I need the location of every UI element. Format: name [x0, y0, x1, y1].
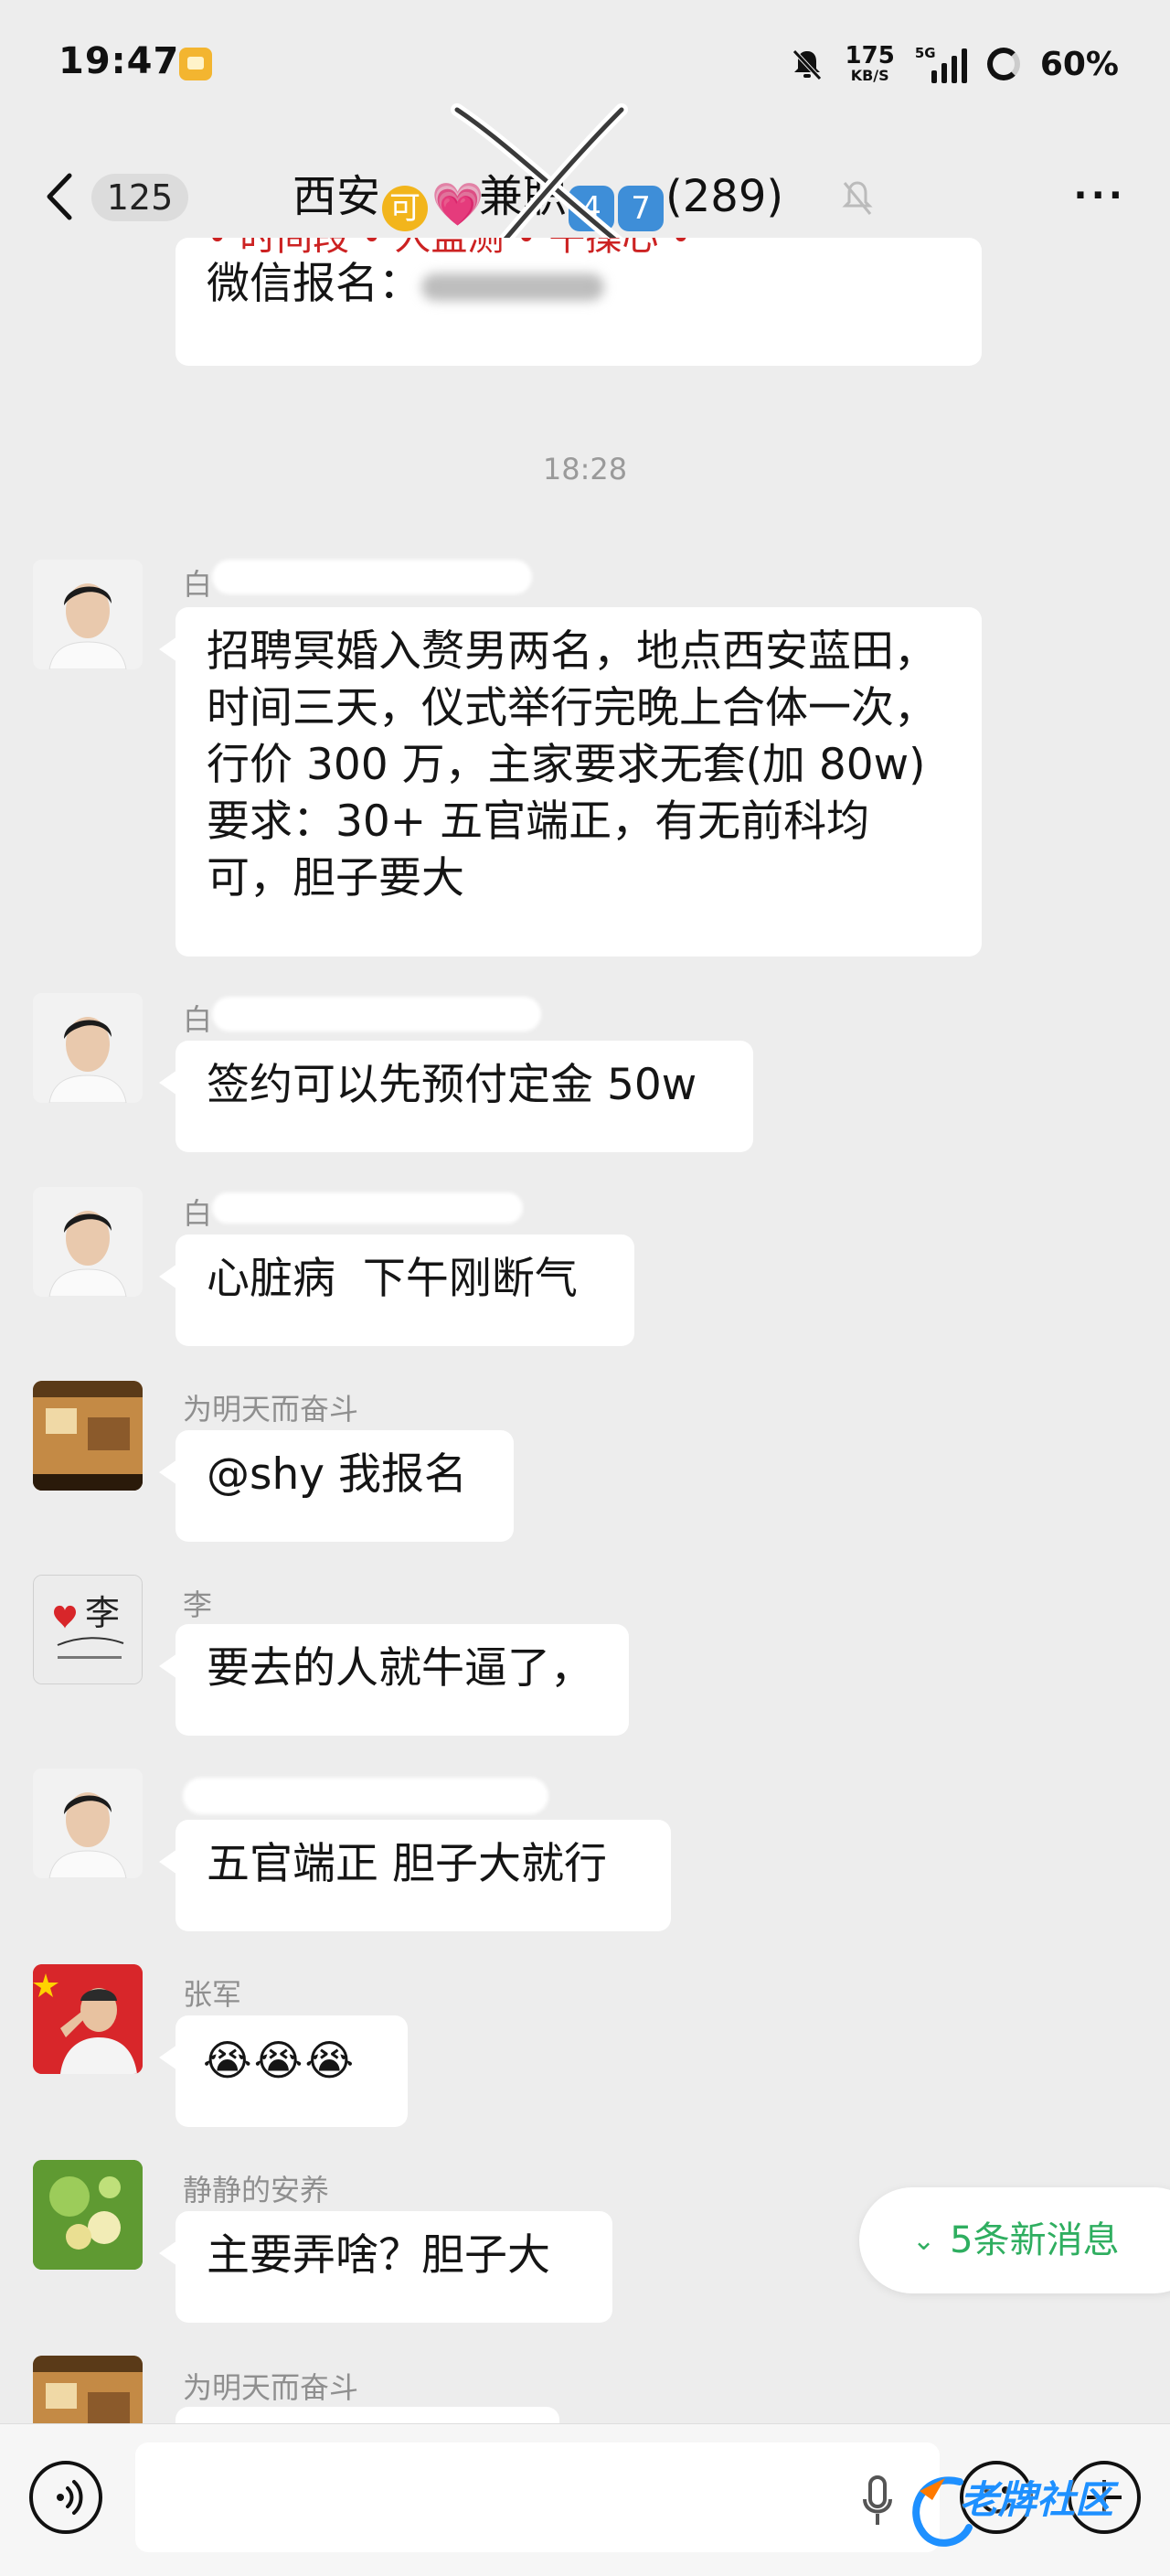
message-bubble[interactable]: 招聘冥婚入赘男两名，地点西安蓝田，时间三天，仪式举行完晚上合体一次，行价 300…: [159, 607, 982, 957]
message-sender: 静静的安养: [183, 2173, 330, 2207]
message-bubble[interactable]: 要去的人就牛逼了，: [159, 1624, 629, 1736]
message-sender: 为明天而奋斗: [183, 1392, 359, 1427]
message-text: @shy 我报名: [207, 1449, 468, 1500]
battery-percent: 60%: [1039, 45, 1119, 83]
message-bubble[interactable]: 心脏病 下午刚断气: [159, 1235, 634, 1346]
message-sender: 白: [183, 997, 212, 1039]
message-input-field[interactable]: [135, 2442, 940, 2552]
previous-wechat-line: 微信报名：: [207, 256, 951, 313]
avatar[interactable]: [33, 993, 143, 1103]
user-avatar-icon: [33, 993, 143, 1103]
mute-bell-icon: [792, 49, 822, 80]
sender-name: 白: [183, 567, 213, 602]
room-picture-avatar-icon: [33, 1381, 143, 1491]
status-icons: 175 KB/S 5G 60%: [789, 37, 1119, 91]
flower-avatar-icon: [33, 2160, 143, 2270]
sender-name: 白: [183, 1196, 213, 1231]
chat-timestamp: 18:28: [542, 452, 628, 486]
avatar[interactable]: [33, 1187, 143, 1297]
battery-icon: [986, 48, 1020, 80]
watermark-text: 老牌社区: [960, 2477, 1114, 2522]
redaction-mark: [183, 1778, 548, 1814]
microphone-icon[interactable]: [861, 2474, 894, 2528]
message-text: 心脏病 下午刚断气: [207, 1254, 578, 1304]
message-bubble[interactable]: 主要弄啥？胆子大: [159, 2211, 612, 2323]
network-speed-value: 175: [845, 42, 895, 69]
avatar[interactable]: [33, 560, 143, 669]
redaction-mark: [421, 273, 604, 301]
user-avatar-icon: [33, 1769, 143, 1878]
message-text: 签约可以先预付定金 50w: [207, 1060, 697, 1110]
message-sender: 白: [183, 561, 212, 604]
avatar-li-glyph: 李: [85, 1593, 120, 1633]
title-text-prefix: 西安: [292, 171, 381, 222]
title-emoji-ke: 可: [382, 186, 429, 231]
redaction-mark: [212, 1192, 523, 1224]
signal-icon: 5G: [915, 45, 967, 83]
message-text: 五官端正 胆子大就行: [207, 1839, 607, 1889]
unread-count-badge[interactable]: 125: [91, 174, 188, 221]
message-bubble-partial[interactable]: [176, 2407, 559, 2423]
sender-name: 白: [183, 1002, 213, 1037]
status-time: 19:47: [58, 40, 180, 82]
avatar[interactable]: [33, 2356, 143, 2423]
avatar[interactable]: [33, 1964, 143, 2074]
calligraphy-avatar-icon: 李: [34, 1576, 142, 1683]
network-speed-unit: KB/S: [850, 67, 889, 84]
message-bubble-previous[interactable]: • 时间段 • 人监测 • 午操心 • 微信报名：: [176, 238, 982, 366]
message-text: 要去的人就牛逼了，: [207, 1643, 593, 1694]
previous-partial-line: • 时间段 • 人监测 • 午操心 •: [207, 238, 951, 256]
member-count: (289): [665, 171, 784, 222]
message-bubble[interactable]: 😭😭😭: [159, 2015, 408, 2127]
message-sender: 张军: [183, 1977, 242, 2012]
user-avatar-icon: [33, 1187, 143, 1297]
double-chevron-down-icon: ⌄: [912, 2225, 936, 2257]
avatar[interactable]: [33, 2160, 143, 2270]
avatar[interactable]: 李: [33, 1575, 143, 1684]
avatar[interactable]: [33, 1381, 143, 1491]
back-chevron-icon[interactable]: [44, 172, 77, 221]
more-options-icon[interactable]: ···: [1073, 177, 1126, 214]
message-text: 招聘冥婚入赘男两名，地点西安蓝田，时间三天，仪式举行完晚上合体一次，行价 300…: [207, 626, 937, 903]
network-type: 5G: [914, 45, 936, 61]
new-messages-button[interactable]: ⌄ 5条新消息: [859, 2187, 1170, 2293]
saluting-person-avatar-icon: [33, 1964, 143, 2074]
message-bubble[interactable]: 五官端正 胆子大就行: [159, 1820, 671, 1931]
network-speed: 175 KB/S: [846, 44, 895, 84]
user-avatar-icon: [33, 560, 143, 669]
crying-emoji-icon: 😭😭😭: [203, 2036, 356, 2085]
message-sender: 李: [183, 1587, 213, 1622]
voice-wave-icon: [57, 2480, 83, 2515]
message-text: 主要弄啥？胆子大: [207, 2230, 550, 2281]
message-sender: 白: [183, 1191, 212, 1233]
group-muted-icon: [842, 181, 873, 215]
new-messages-label: 5条新消息: [950, 2219, 1120, 2261]
message-bubble[interactable]: 签约可以先预付定金 50w: [159, 1041, 753, 1152]
notification-app-icon: [179, 48, 212, 80]
message-sender: 为明天而奋斗: [183, 2370, 359, 2405]
redaction-mark: [212, 560, 532, 594]
site-watermark: 老牌社区: [905, 2460, 1161, 2560]
avatar[interactable]: [33, 1769, 143, 1878]
voice-toggle-button[interactable]: [29, 2461, 102, 2534]
room-picture-avatar-icon: [33, 2356, 143, 2423]
message-bubble[interactable]: @shy 我报名: [159, 1430, 514, 1542]
redaction-mark: [212, 997, 541, 1031]
wechat-signup-label: 微信报名：: [207, 259, 421, 309]
